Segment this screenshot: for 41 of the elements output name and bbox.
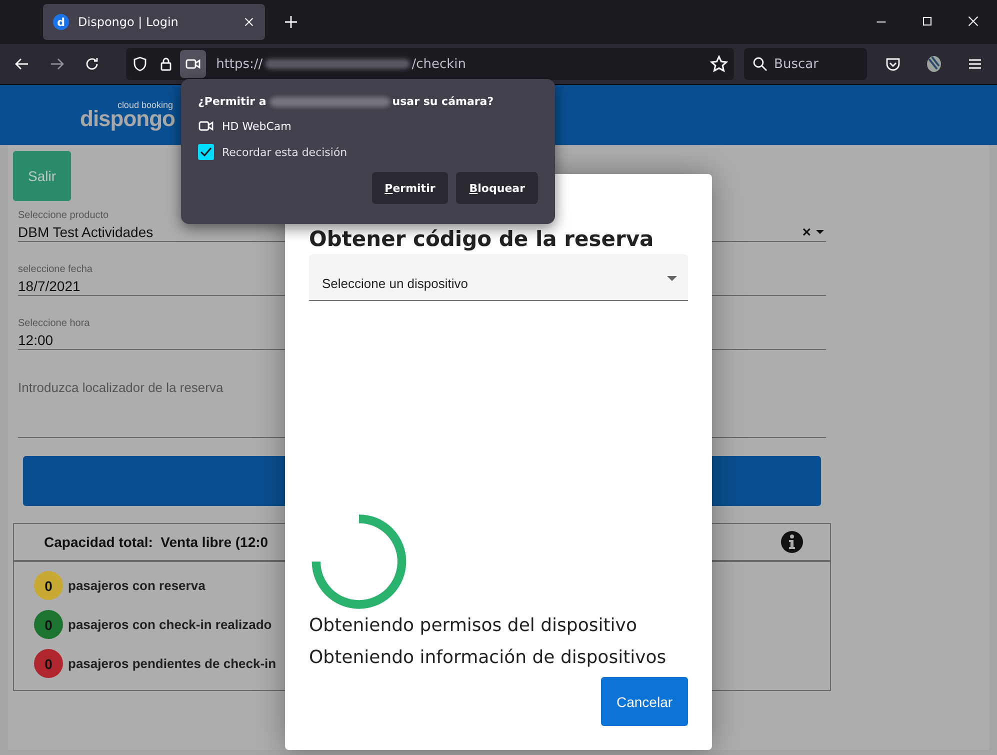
back-arrow-icon[interactable] bbox=[14, 56, 30, 72]
status-message: Obteniendo permisos del dispositivo bbox=[309, 614, 638, 638]
status-label: pasajeros con check-in realizado bbox=[68, 617, 272, 632]
permission-button[interactable]: Bloquear bbox=[456, 172, 538, 204]
favicon: d bbox=[53, 14, 69, 30]
url-path: /checkin bbox=[412, 56, 466, 72]
checkbox-label: Recordar esta decisión bbox=[222, 146, 348, 158]
close-icon[interactable] bbox=[968, 16, 980, 28]
dialog-title: Obtener código de la reserva bbox=[309, 227, 655, 251]
count-badge: 0 bbox=[34, 610, 63, 639]
count-badge: 0 bbox=[34, 649, 63, 678]
checkbox[interactable] bbox=[198, 144, 214, 160]
cancel-button[interactable]: Cancelar bbox=[601, 677, 688, 726]
maximize-icon[interactable] bbox=[922, 16, 934, 28]
tab-title: Dispongo | Login bbox=[78, 15, 180, 29]
star-icon[interactable] bbox=[710, 55, 728, 73]
search-icon bbox=[752, 56, 768, 72]
shield-icon bbox=[132, 56, 148, 72]
browser-tab[interactable]: d Dispongo | Login bbox=[43, 4, 265, 40]
status-label: pasajeros pendientes de check-in bbox=[68, 656, 276, 671]
permission-prompt: ¿Permitir a usar su cámara? bbox=[198, 95, 495, 108]
caret-icon bbox=[666, 274, 678, 284]
reload-icon[interactable] bbox=[84, 56, 100, 72]
url-scheme: https:// bbox=[216, 56, 263, 72]
search-field[interactable]: Buscar bbox=[744, 48, 867, 80]
info-icon[interactable] bbox=[780, 530, 804, 554]
pocket-icon[interactable] bbox=[884, 56, 901, 72]
close-icon[interactable] bbox=[243, 16, 255, 28]
extension-icon[interactable] bbox=[924, 55, 943, 73]
count-badge: 0 bbox=[34, 571, 63, 600]
logo: cloud booking dispongo bbox=[80, 100, 175, 130]
device-name: HD WebCam bbox=[222, 120, 292, 132]
caret-icon bbox=[814, 228, 826, 236]
forward-arrow-icon[interactable] bbox=[49, 56, 66, 72]
status-message: Obteniendo información de dispositivos bbox=[309, 646, 668, 670]
plus-icon[interactable] bbox=[283, 14, 299, 30]
address-bar[interactable]: https:// /checkin bbox=[126, 48, 734, 80]
device-select[interactable]: Seleccione un dispositivo bbox=[309, 254, 688, 301]
capacity-title: Capacidad total: Venta libre (12:0 bbox=[44, 534, 268, 550]
status-label: pasajeros con reserva bbox=[68, 578, 206, 593]
permission-button[interactable]: Permitir bbox=[372, 172, 448, 204]
